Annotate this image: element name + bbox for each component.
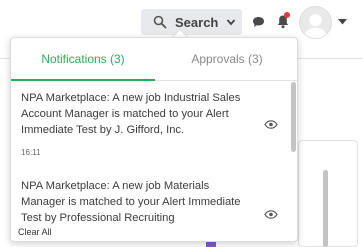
avatar[interactable] [299,6,332,39]
chevron-down-icon [226,17,236,27]
search-button[interactable]: Search [141,9,242,35]
notification-text: NPA Marketplace: A new job Industrial Sa… [21,92,241,136]
chat-icon[interactable] [252,16,265,28]
background-card [298,140,358,247]
dropdown-tabs: Notifications (3) Approvals (3) [11,38,297,81]
search-icon [153,15,167,29]
notification-text: NPA Marketplace: A new job Materials Man… [21,180,241,224]
eye-icon[interactable] [264,120,278,129]
notification-badge [284,12,290,18]
clear-all-link[interactable]: Clear All [18,227,52,237]
search-button-label: Search [175,14,219,30]
caret-down-icon[interactable] [338,19,347,25]
background-scrollbar[interactable] [323,170,328,247]
notification-list: NPA Marketplace: A new job Industrial Sa… [11,82,297,227]
background-accent [206,242,216,247]
notifications-dropdown: Notifications (3) Approvals (3) NPA Mark… [10,37,298,242]
list-item[interactable]: NPA Marketplace: A new job Materials Man… [11,178,291,226]
tab-approvals[interactable]: Approvals (3) [155,38,297,80]
list-scrollbar[interactable] [291,82,296,152]
list-item[interactable]: NPA Marketplace: A new job Industrial Sa… [11,90,291,157]
tab-notifications[interactable]: Notifications (3) [11,38,155,81]
eye-icon[interactable] [264,210,278,219]
notification-time: 16:11 [21,148,41,157]
